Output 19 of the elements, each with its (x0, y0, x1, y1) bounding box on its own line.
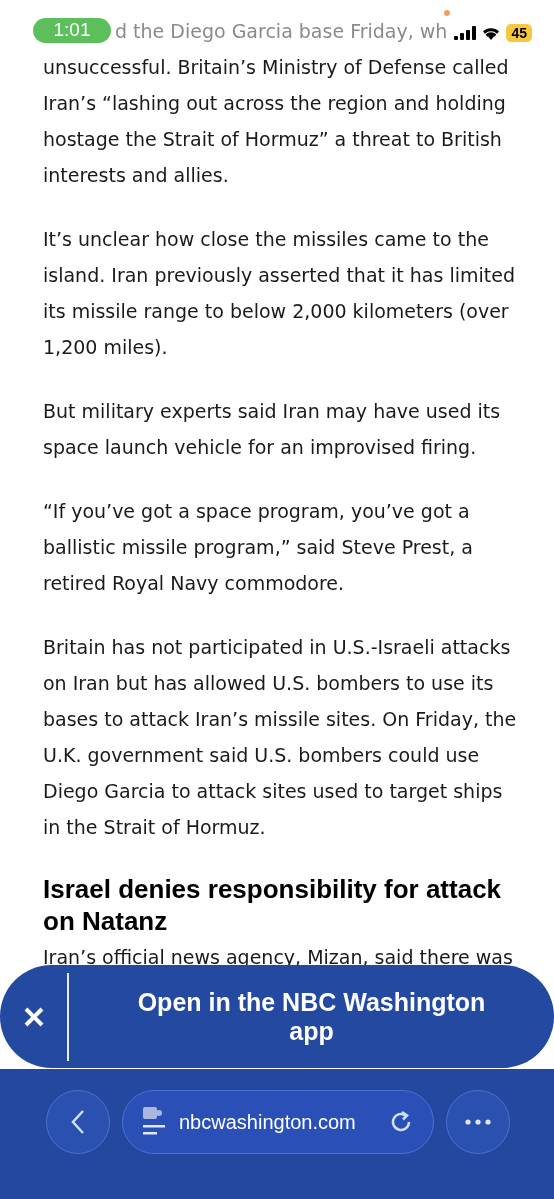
article-paragraph: d the Diego Garcia base Friday, wh (115, 19, 448, 44)
battery-level: 45 (506, 24, 532, 42)
wifi-icon (481, 26, 502, 40)
section-heading: Israel denies responsibility for attack on Natanz (43, 873, 503, 937)
back-icon (71, 1109, 85, 1135)
time-pill: 1:01 (33, 18, 111, 43)
more-icon (465, 1119, 491, 1125)
article-paragraph: “If you’ve got a space program, you’ve got a ballistic missile program,” said Steve Prest, a retired Royal Navy commodore. (43, 499, 474, 596)
address-bar[interactable]: nbcwashington.com (122, 1090, 434, 1154)
page-menu-icon (143, 1107, 165, 1137)
article-paragraph: It’s unclear how close the missiles came to the island. Iran previously asserted that it has limited its missile range to below 2,000 kilometers (over 1,200 miles). (43, 227, 516, 360)
reload-icon (391, 1110, 413, 1134)
article-paragraph: Britain has not participated in U.S.-Israeli attacks on Iran but has allowed U.S. bombers to use its bases to attack Iran’s missile sites. On Friday, the U.K. government said U.S. bombers could use Diego Garcia to attack sites used to target ships in the Strait of Hormuz. (43, 635, 518, 840)
article-paragraph: unsuccessful. Britain’s Ministry of Defense called Iran’s “lashing out across the region and holding hostage the Strait of Hormuz” a threat to British interests and allies. (43, 55, 510, 188)
article-paragraph: But military experts said Iran may have used its space launch vehicle for an improvised firing. (43, 399, 502, 460)
signal-icon (454, 26, 477, 40)
url-text: nbcwashington.com (179, 1110, 357, 1135)
close-icon (22, 1005, 45, 1028)
open-in-app-button[interactable]: Open in the NBC Washington app (69, 987, 554, 1046)
